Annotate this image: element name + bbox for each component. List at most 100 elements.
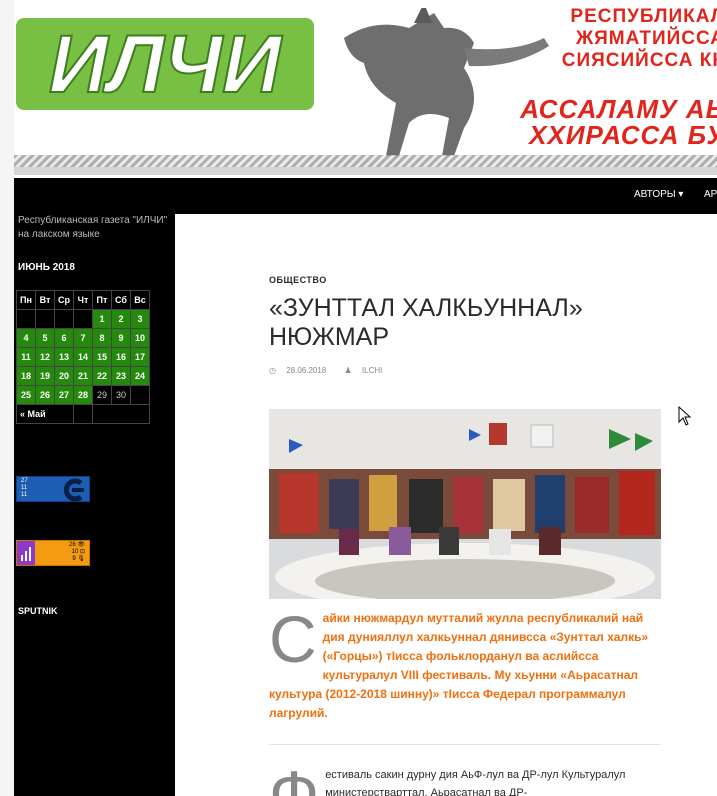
calendar-day-link[interactable]: 15 xyxy=(92,347,112,367)
stats-value: 26 👁 xyxy=(69,542,85,548)
slogan-line: СИЯСИЙССА КК xyxy=(561,50,717,71)
calendar-day-link[interactable]: 7 xyxy=(73,328,93,348)
weekday: Пн xyxy=(16,290,36,310)
calendar-week-row: 123 xyxy=(16,309,150,329)
post-body: Ф естиваль сакин дурну дия АьФ-лул ва ДР… xyxy=(269,757,663,796)
post-author[interactable]: ♟ ILCHI xyxy=(344,366,390,375)
calendar-day-link[interactable]: 4 xyxy=(16,328,36,348)
post-author-text: ILCHI xyxy=(361,366,383,375)
calendar-day: 30 xyxy=(111,385,131,405)
weekday: Пт xyxy=(92,290,112,310)
ornament-border-lower xyxy=(14,167,717,175)
counter-widget[interactable]: 27 11 11 xyxy=(16,476,90,502)
post-date[interactable]: ◷ 28.06.2018 xyxy=(269,366,334,375)
calendar-week-row: 25 26 27 28 29 30 xyxy=(16,385,150,405)
ornament-border xyxy=(14,155,717,167)
clock-icon: ◷ xyxy=(269,366,279,375)
calendar-prev-link[interactable]: « Май xyxy=(16,404,74,424)
stats-value: 10 ⊡ xyxy=(71,549,85,555)
lead-text: айки нюжмардул мутталий жулла республика… xyxy=(269,611,649,720)
weekday: Вс xyxy=(130,290,150,310)
calendar-empty xyxy=(16,309,36,329)
post-category[interactable]: ОБЩЕСТВО xyxy=(269,275,327,285)
calendar-empty xyxy=(130,385,150,405)
counter-value: 27 xyxy=(21,478,28,484)
calendar-day-link[interactable]: 14 xyxy=(73,347,93,367)
stats-chart-icon xyxy=(17,541,35,565)
calendar-day-link[interactable]: 19 xyxy=(35,366,55,386)
slogan-line: ЖЯМАТИЙССА xyxy=(575,28,717,49)
calendar-day-link[interactable]: 26 xyxy=(35,385,55,405)
calendar-week-row: 4 5 6 7 8 9 10 xyxy=(16,328,150,348)
calendar-day-link[interactable]: 2 xyxy=(111,309,131,329)
calendar-day-link[interactable]: 6 xyxy=(54,328,74,348)
top-nav: АВТОРЫ ▾ АР xyxy=(14,178,717,214)
weekday: Ср xyxy=(54,290,74,310)
body-text: естиваль сакин дурну дия АьФ-лул ва ДР-л… xyxy=(325,769,626,796)
weekday: Сб xyxy=(111,290,131,310)
calendar-day-link[interactable]: 24 xyxy=(130,366,150,386)
sidebar: Республиканская газета "ИЛЧИ" на лакском… xyxy=(14,214,175,796)
calendar-day-link[interactable]: 20 xyxy=(54,366,74,386)
nav-item-authors[interactable]: АВТОРЫ ▾ xyxy=(634,189,683,200)
calendar-day-link[interactable]: 21 xyxy=(73,366,93,386)
calendar-day-link[interactable]: 12 xyxy=(35,347,55,367)
weekday: Вт xyxy=(35,290,55,310)
logo-graphic: ИЛЧИ xyxy=(16,18,314,111)
counter-value: 11 xyxy=(21,485,28,491)
calendar-day: 29 xyxy=(92,385,112,405)
header-banner[interactable]: ИЛЧИ РЕСПУБЛИКАЛ ЖЯМАТИЙССА СИЯСИЙССА КК… xyxy=(14,0,717,178)
calendar-day-link[interactable]: 23 xyxy=(111,366,131,386)
horseman-icon xyxy=(314,3,554,158)
calendar-week-row: 11 12 13 14 15 16 17 xyxy=(16,347,150,367)
site-description: Республиканская газета "ИЛЧИ" на лакском… xyxy=(18,215,168,240)
post-title[interactable]: «ЗУНТТАЛ ХАЛКЬУННАЛ» НЮЖМАР xyxy=(269,294,649,352)
counter-logo-icon xyxy=(63,478,84,502)
post-date-text: 28.06.2018 xyxy=(286,366,327,375)
calendar-day-link[interactable]: 8 xyxy=(92,328,112,348)
site-logo[interactable]: ИЛЧИ xyxy=(16,14,314,114)
post-lead: С айки нюжмардул мутталий жулла республи… xyxy=(269,602,663,723)
nav-item-archive[interactable]: АР xyxy=(704,189,717,200)
slogan-line: ХХИРАССА БУ xyxy=(529,120,717,150)
counter-value: 11 xyxy=(21,492,28,498)
weekday: Чт xyxy=(73,290,93,310)
calendar-day-link[interactable]: 5 xyxy=(35,328,55,348)
calendar-empty xyxy=(54,309,74,329)
counter-values: 27 11 11 xyxy=(21,478,28,499)
logo-text: ИЛЧИ xyxy=(49,19,283,110)
calendar-day-link[interactable]: 18 xyxy=(16,366,36,386)
calendar-day-link[interactable]: 10 xyxy=(130,328,150,348)
calendar-day-link[interactable]: 11 xyxy=(16,347,36,367)
lead-drop-cap: С xyxy=(269,602,317,676)
user-icon: ♟ xyxy=(344,366,354,375)
article: ОБЩЕСТВО «ЗУНТТАЛ ХАЛКЬУННАЛ» НЮЖМАР ◷ 2… xyxy=(175,214,717,796)
calendar-empty xyxy=(35,309,55,329)
calendar-day-link[interactable]: 13 xyxy=(54,347,74,367)
calendar-day-link[interactable]: 9 xyxy=(111,328,131,348)
calendar-title: ИЮНЬ 2018 xyxy=(18,262,75,273)
calendar-empty xyxy=(73,309,93,329)
sputnik-widget-title[interactable]: SPUTNIK xyxy=(18,606,58,616)
calendar-empty xyxy=(92,404,150,424)
calendar-day-link[interactable]: 27 xyxy=(54,385,74,405)
calendar-day-link[interactable]: 1 xyxy=(92,309,112,329)
mouse-cursor-icon xyxy=(678,406,692,426)
divider xyxy=(269,744,661,745)
calendar-day-link[interactable]: 16 xyxy=(111,347,131,367)
calendar-empty xyxy=(73,404,93,424)
slogan-line: РЕСПУБЛИКАЛ xyxy=(570,6,717,27)
group-photo-image xyxy=(269,409,661,599)
post-photo xyxy=(269,409,661,599)
post-meta: ◷ 28.06.2018 ♟ ILCHI xyxy=(269,366,398,375)
calendar-day-link[interactable]: 17 xyxy=(130,347,150,367)
stats-value: 9 🎙 xyxy=(72,556,85,562)
calendar-day-link[interactable]: 25 xyxy=(16,385,36,405)
calendar-day-link[interactable]: 3 xyxy=(130,309,150,329)
stats-widget[interactable]: 26 👁 10 ⊡ 9 🎙 xyxy=(16,540,90,566)
calendar-day-link[interactable]: 22 xyxy=(92,366,112,386)
calendar-day-link[interactable]: 28 xyxy=(73,385,93,405)
body-drop-cap: Ф xyxy=(269,757,320,796)
calendar-days: 1 2 3 4 5 6 7 8 9 10 11 12 13 14 15 16 17 18 19 20 21 22 23 24 2… xyxy=(16,309,150,405)
stats-values: 26 👁 10 ⊡ 9 🎙 xyxy=(69,542,85,563)
